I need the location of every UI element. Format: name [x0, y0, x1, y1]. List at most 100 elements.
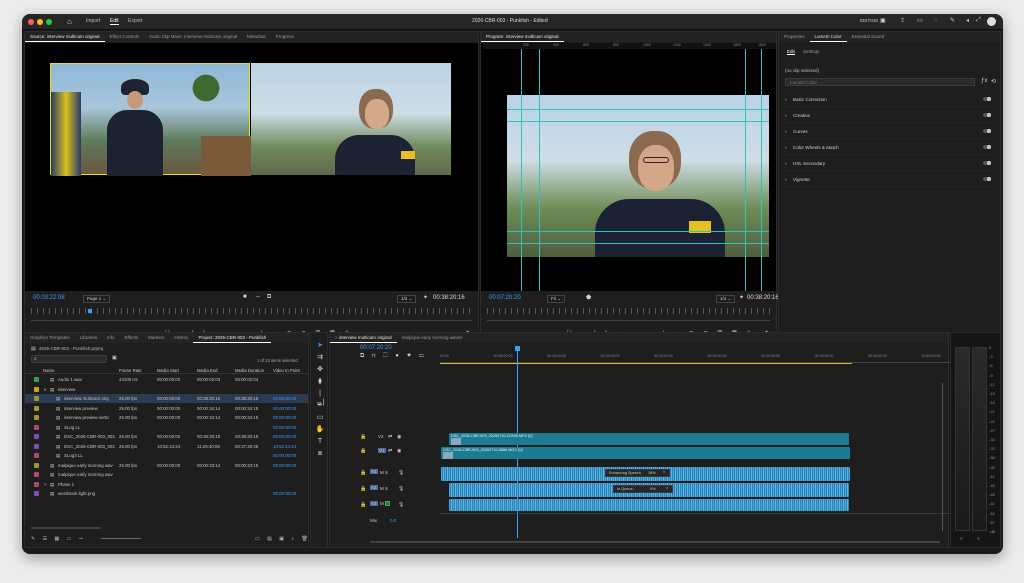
project-item-row[interactable]: ▤ Audio 1.wav 44100 Hz 00:00:00:00 00:00:02:… — [25, 375, 308, 384]
label-color-swatch[interactable] — [34, 396, 39, 401]
source-scrollbar[interactable] — [31, 320, 472, 321]
label-color-swatch[interactable] — [34, 386, 39, 392]
quick-export-icon[interactable]: ▭ — [917, 17, 923, 24]
column-frame-rate[interactable]: Frame Rate — [119, 368, 142, 373]
column-media-start[interactable]: Media Start — [157, 368, 179, 373]
lock-icon[interactable]: 🔒 — [360, 434, 366, 440]
label-color-swatch[interactable] — [34, 491, 39, 496]
slip-tool-icon[interactable]: |↔| — [315, 389, 325, 406]
label-color-swatch[interactable] — [34, 405, 39, 411]
label-color-swatch[interactable] — [34, 434, 39, 439]
guide-horizontal[interactable] — [507, 231, 769, 232]
column-name[interactable]: Name — [43, 368, 54, 373]
project-item-row[interactable]: ▤ SLog LL 00:00:00:00 — [25, 423, 308, 432]
project-item-row[interactable]: ▤ DSC_2026-CBR-003_002 25.00 fps 10:52:14:2… — [25, 442, 308, 451]
share-icon[interactable]: ⇪ — [900, 17, 905, 24]
guide-horizontal[interactable] — [507, 243, 769, 244]
tab-program[interactable]: Program: interview multicam original — [481, 32, 564, 42]
disclosure-chevron-icon[interactable]: > — [44, 482, 47, 487]
tab-essential-sound[interactable]: Essential Sound — [847, 32, 890, 41]
tab-lumetri-color[interactable]: Lumetri Color — [809, 32, 847, 42]
minimize-window-button[interactable] — [37, 19, 43, 25]
tab-libraries[interactable]: Libraries — [75, 333, 102, 342]
rectangle-tool-icon[interactable]: ▭ — [315, 413, 325, 422]
lumetri-preset-select[interactable]: Lumetri Color — [785, 78, 975, 86]
column-video-in-point[interactable]: Video In Point — [273, 368, 300, 373]
razor-tool-icon[interactable]: ⧫ — [315, 377, 325, 386]
eye-icon[interactable]: ◉ — [397, 448, 401, 454]
timeline-hscroll[interactable] — [370, 541, 940, 543]
source-zoom-select[interactable]: 1/2 ⌄ — [397, 295, 417, 303]
pen-tool-icon[interactable]: ✒ — [315, 401, 325, 410]
lock-icon[interactable]: 🔒 — [360, 486, 366, 492]
tab-source[interactable]: Source: interview multicam original — [25, 32, 105, 42]
tab-progress[interactable]: Progress — [271, 32, 299, 41]
source-timecode[interactable]: 00:03:22:08 — [33, 295, 65, 301]
tab-properties[interactable]: Properties — [779, 32, 810, 41]
timeline-toolbar[interactable]: ⧉ ⊓ ⬚ ● ✦ ▭ — [360, 353, 427, 360]
source-settings-icon[interactable]: ⇔ — [255, 294, 261, 300]
project-item-row[interactable]: ▤ interview preview vertic 25.00 fps 00:00:… — [25, 413, 308, 422]
avatar[interactable] — [987, 17, 996, 26]
cancel-job-icon[interactable]: × — [666, 486, 668, 490]
label-color-swatch[interactable] — [34, 415, 39, 420]
guide-horizontal[interactable] — [507, 109, 769, 110]
menu-edit[interactable]: Edit — [110, 18, 119, 25]
track-select-tool-icon[interactable]: ⇉ — [315, 353, 325, 362]
source-playhead[interactable] — [88, 309, 92, 313]
program-scrollbar[interactable] — [487, 320, 770, 321]
fullscreen-icon[interactable]: ⤢ — [976, 17, 981, 24]
export-frame-icon[interactable]: ■ — [243, 294, 247, 300]
new-bin-from-search-icon[interactable]: ▣ — [112, 355, 117, 361]
clip-v1[interactable]: DSC_2026-CBR-003_20260710-0650.MOV [V] — [441, 447, 850, 459]
column-media-end[interactable]: Media End — [197, 368, 218, 373]
text-tool-icon[interactable]: T — [315, 437, 325, 446]
project-bottom-actions[interactable]: ▭ ▤ ▣ ⌕ 🗑 — [255, 536, 311, 542]
mic-icon[interactable]: 🎙 — [398, 470, 404, 476]
tab-sequence-interview[interactable]: × interview multicam original — [330, 333, 397, 343]
menu-import[interactable]: Import — [86, 18, 100, 24]
safe-margins-icon[interactable]: ⬟ — [586, 294, 591, 301]
label-color-swatch[interactable] — [34, 481, 39, 487]
basic-correction-toggle[interactable] — [983, 97, 991, 101]
project-scrollbar[interactable] — [31, 527, 101, 529]
captions-tool-icon[interactable]: ⧈ — [315, 449, 325, 458]
tab-sequence-malpique[interactable]: malpique early morning waves — [397, 333, 468, 342]
fit-select[interactable]: Fit ⌄ — [547, 295, 566, 303]
label-color-swatch[interactable] — [34, 472, 39, 477]
section-vignette[interactable]: › Vignette — [785, 172, 994, 187]
project-item-row[interactable]: ▤ malpique early morning wav 25.00 fps 00:0… — [25, 461, 308, 470]
eye-icon[interactable]: ◉ — [397, 434, 401, 440]
project-item-row[interactable]: ▤ SLog3 LL 00:00:00:00 — [25, 451, 308, 460]
source-time-ruler[interactable] — [31, 308, 472, 314]
guide-vertical[interactable] — [539, 49, 540, 291]
label-color-swatch[interactable] — [34, 424, 39, 430]
workspaces-icon[interactable]: ▣ — [880, 17, 886, 24]
project-item-row[interactable]: ▤ wordmark light.png 00:00:00:00 — [25, 489, 308, 498]
hsl-secondary-toggle[interactable] — [983, 161, 991, 165]
lumetri-fx-icon[interactable]: ƒx — [981, 78, 987, 84]
project-item-row[interactable]: ▤ DSC_2026-CBR-003_002 25.00 fps 00:00:00:0… — [25, 432, 308, 441]
selection-tool-icon[interactable]: ➤ — [315, 341, 325, 350]
help-icon[interactable]: ✎ — [950, 17, 955, 24]
creative-toggle[interactable] — [983, 113, 991, 117]
label-color-swatch[interactable] — [34, 377, 39, 382]
clip-v2[interactable]: DSC_2026-CBR-003_20260710-C0949.MP4 [V] — [449, 433, 849, 445]
section-color-wheels[interactable]: › Color Wheels & Match — [785, 140, 994, 155]
timeline-vscroll[interactable] — [942, 383, 943, 531]
menu-export[interactable]: Export — [128, 18, 142, 24]
tab-info[interactable]: Info — [102, 333, 120, 342]
guide-vertical[interactable] — [761, 49, 762, 291]
section-curves[interactable]: › Curves — [785, 124, 994, 139]
program-time-ruler[interactable] — [487, 308, 770, 314]
guide-vertical[interactable] — [745, 49, 746, 291]
label-color-swatch[interactable] — [34, 443, 39, 449]
sync-lock-icon[interactable]: ⇄ — [388, 448, 392, 454]
lumetri-reset-icon[interactable]: ⟲ — [991, 78, 996, 85]
tab-markers[interactable]: Markers — [143, 333, 169, 342]
label-color-swatch[interactable] — [34, 453, 39, 458]
tab-audio-clip-mixer[interactable]: Audio Clip Mixer: interview multicam ori… — [144, 32, 242, 41]
tab-effect-controls[interactable]: Effect Controls — [105, 32, 144, 41]
tab-metadata[interactable]: Metadata — [242, 32, 271, 41]
project-search-input[interactable]: ⌕ — [31, 355, 107, 363]
